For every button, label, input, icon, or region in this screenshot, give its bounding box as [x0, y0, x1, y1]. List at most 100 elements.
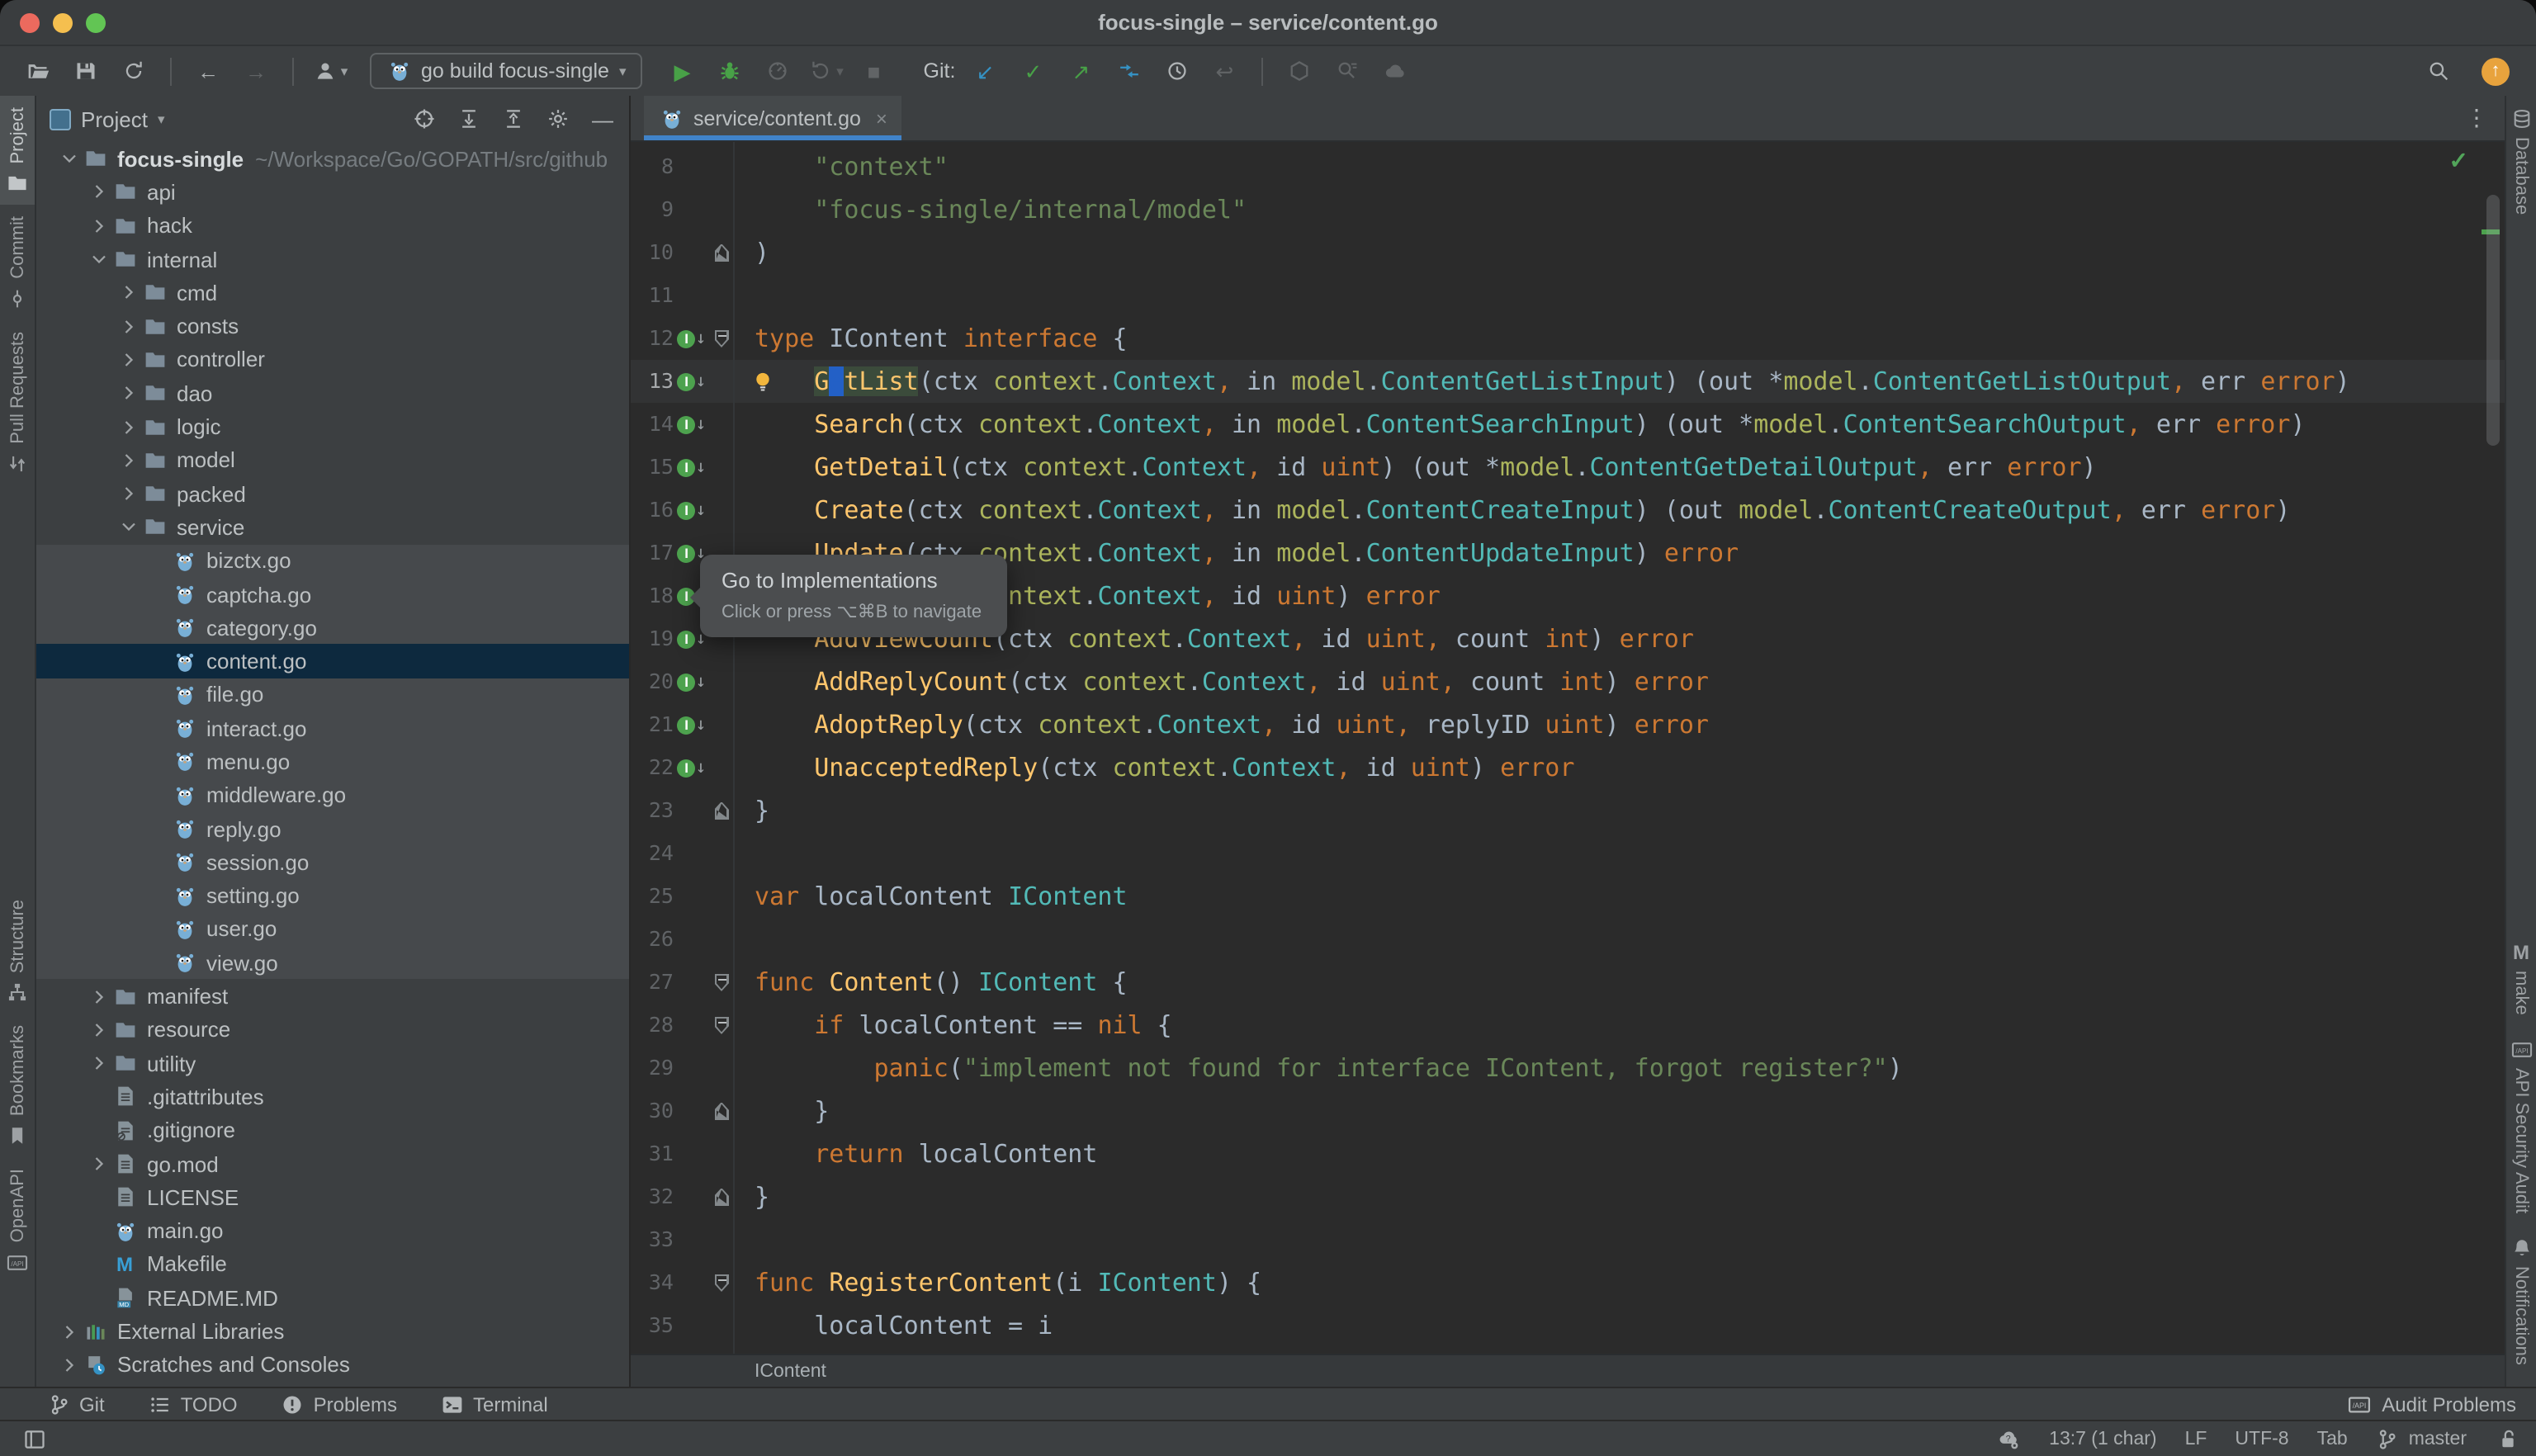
tree-chevron-icon[interactable]: [56, 146, 81, 171]
tree-item-consts[interactable]: consts: [36, 310, 629, 343]
editor-tab-content-go[interactable]: service/content.go ×: [644, 96, 902, 140]
gutter-marker[interactable]: I↓: [674, 317, 710, 360]
git-update-button[interactable]: ↙: [967, 53, 1003, 89]
intention-bulb-icon[interactable]: [750, 368, 774, 393]
collapse-all-button[interactable]: [500, 106, 527, 132]
tree-item-menu.go[interactable]: menu.go: [36, 745, 629, 779]
run-with-coverage-button[interactable]: ▾: [808, 53, 845, 89]
tree-item-hack[interactable]: hack: [36, 209, 629, 243]
code-line-8[interactable]: 8 "context": [631, 145, 2505, 188]
code-line-15[interactable]: 15I↓ GetDetail(ctx context.Context, id u…: [631, 446, 2505, 489]
tree-chevron-icon[interactable]: [116, 347, 140, 372]
fold-end-icon[interactable]: [714, 1188, 729, 1206]
sidebar-item-bookmarks[interactable]: Bookmarks: [0, 1014, 35, 1158]
tree-item-content.go[interactable]: content.go: [36, 645, 629, 678]
tree-item-manifest[interactable]: manifest: [36, 980, 629, 1014]
code-line-28[interactable]: 28 if localContent == nil {: [631, 1004, 2505, 1047]
tree-item-focus-single[interactable]: focus-single~/Workspace/Go/GOPATH/src/gi…: [36, 142, 629, 176]
sidebar-item-make[interactable]: Mmake: [2506, 929, 2536, 1027]
tree-chevron-icon[interactable]: [116, 481, 140, 506]
code-line-20[interactable]: 20I↓ AddReplyCount(ctx context.Context, …: [631, 660, 2505, 703]
fold-end-icon[interactable]: [714, 243, 729, 262]
git-push-button[interactable]: ↗: [1062, 53, 1099, 89]
tree-item-external-libraries[interactable]: External Libraries: [36, 1315, 629, 1349]
code-line-33[interactable]: 33: [631, 1218, 2505, 1261]
tree-item-interact.go[interactable]: interact.go: [36, 711, 629, 745]
tree-chevron-icon[interactable]: [56, 1353, 81, 1378]
toolwindow-problems[interactable]: Problems: [281, 1392, 397, 1416]
find-usages-button[interactable]: [1328, 53, 1365, 89]
code-line-12[interactable]: 12I↓type IContent interface {: [631, 317, 2505, 360]
tree-item-readme.md[interactable]: MDREADME.MD: [36, 1281, 629, 1315]
code-line-27[interactable]: 27func Content() IContent {: [631, 961, 2505, 1004]
stop-button[interactable]: ■: [856, 53, 892, 89]
sidebar-item-api-security-audit[interactable]: /APIAPI Security Audit: [2506, 1027, 2536, 1225]
toolwindow-todo[interactable]: TODO: [148, 1392, 238, 1416]
gutter-marker[interactable]: I↓: [674, 446, 710, 489]
tree-item-makefile[interactable]: MMakefile: [36, 1248, 629, 1282]
implementations-icon[interactable]: I: [678, 759, 696, 777]
code-line-29[interactable]: 29 panic("implement not found for interf…: [631, 1047, 2505, 1090]
code-line-21[interactable]: 21I↓ AdoptReply(ctx context.Context, id …: [631, 703, 2505, 746]
tree-item-user.go[interactable]: user.go: [36, 913, 629, 947]
ide-update-badge[interactable]: ↑: [2482, 57, 2510, 85]
git-history-button[interactable]: [1158, 53, 1195, 89]
tree-item-middleware.go[interactable]: middleware.go: [36, 778, 629, 812]
save-all-button[interactable]: [68, 53, 104, 89]
fold-collapse-icon[interactable]: [714, 1274, 729, 1292]
forward-button[interactable]: →: [238, 53, 274, 89]
gear-button[interactable]: [545, 106, 571, 132]
toolwindow-terminal[interactable]: Terminal: [440, 1392, 548, 1416]
code-line-25[interactable]: 25var localContent IContent: [631, 875, 2505, 918]
lock-status[interactable]: [2495, 1426, 2519, 1451]
minus-button[interactable]: —: [589, 106, 616, 132]
code-line-31[interactable]: 31 return localContent: [631, 1132, 2505, 1175]
tree-chevron-icon[interactable]: [86, 180, 111, 205]
sidebar-item-notifications[interactable]: Notifications: [2506, 1225, 2536, 1377]
sidebar-item-pull-requests[interactable]: Pull Requests: [0, 320, 35, 485]
tree-item-.gitattributes[interactable]: .gitattributes: [36, 1080, 629, 1114]
gutter-marker[interactable]: I↓: [674, 746, 710, 789]
tree-item-dao[interactable]: dao: [36, 376, 629, 410]
tree-item-main.go[interactable]: main.go: [36, 1214, 629, 1248]
user-profile-button[interactable]: ▾: [312, 53, 348, 89]
tree-chevron-icon[interactable]: [116, 314, 140, 338]
fold-end-icon[interactable]: [714, 801, 729, 820]
implementations-icon[interactable]: I: [678, 716, 696, 734]
caret-position[interactable]: 13:7 (1 char): [2049, 1429, 2156, 1449]
chevron-down-icon[interactable]: ▾: [158, 110, 165, 128]
fold-collapse-icon[interactable]: [714, 329, 729, 347]
sidebar-item-commit[interactable]: Commit: [0, 206, 35, 321]
window-layout-button[interactable]: [17, 1421, 53, 1456]
sidebar-item-openapi[interactable]: OpenAPI/API: [0, 1158, 35, 1284]
project-panel-title[interactable]: Project: [81, 106, 148, 131]
code-line-23[interactable]: 23}: [631, 789, 2505, 832]
code-line-26[interactable]: 26: [631, 918, 2505, 961]
code-line-34[interactable]: 34func RegisterContent(i IContent) {: [631, 1261, 2505, 1304]
zoom-window-button[interactable]: [86, 13, 106, 33]
code-line-35[interactable]: 35 localContent = i: [631, 1304, 2505, 1347]
code-line-32[interactable]: 32}: [631, 1175, 2505, 1218]
encoding[interactable]: UTF-8: [2235, 1429, 2288, 1449]
tree-item-controller[interactable]: controller: [36, 343, 629, 377]
code-line-22[interactable]: 22I↓ UnacceptedReply(ctx context.Context…: [631, 746, 2505, 789]
implementations-icon[interactable]: I: [678, 372, 696, 390]
tree-chevron-icon[interactable]: [116, 448, 140, 473]
sidebar-item-database[interactable]: Database: [2506, 96, 2536, 226]
tree-item-scratches-and-consoles[interactable]: Scratches and Consoles: [36, 1348, 629, 1382]
close-tab-icon[interactable]: ×: [876, 106, 887, 130]
line-separator[interactable]: LF: [2185, 1429, 2207, 1449]
implementations-icon[interactable]: I: [678, 544, 696, 562]
fold-collapse-icon[interactable]: [714, 1016, 729, 1034]
git-rollback-button[interactable]: ↩: [1206, 53, 1242, 89]
implementations-icon[interactable]: I: [678, 630, 696, 648]
expand-all-button[interactable]: [456, 106, 482, 132]
tree-chevron-icon[interactable]: [116, 414, 140, 439]
tree-chevron-icon[interactable]: [116, 381, 140, 405]
sidebar-item-project[interactable]: Project: [0, 96, 35, 206]
code-line-13[interactable]: 13I↓ GetList(ctx context.Context, in mod…: [631, 360, 2505, 403]
cloud-sync-button[interactable]: [1376, 53, 1412, 89]
implementations-icon[interactable]: I: [678, 415, 696, 433]
gutter-marker[interactable]: I↓: [674, 660, 710, 703]
tree-item-utility[interactable]: utility: [36, 1047, 629, 1080]
